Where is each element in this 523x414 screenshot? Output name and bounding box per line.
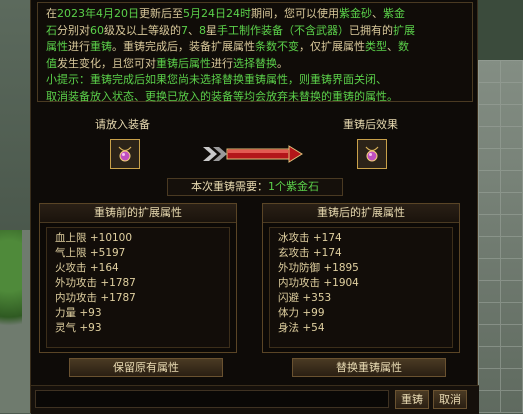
equip-slot-label: 请放入装备	[95, 118, 150, 131]
notice-line-3: 属性进行重铸。重铸完成后，装备扩展属性条数不变，仅扩展属性类型、数	[46, 40, 409, 53]
before-stat: 血上限 +10100	[55, 232, 133, 244]
after-attributes-title: 重铸后的扩展属性	[263, 204, 459, 223]
before-stat: 火攻击 +164	[55, 262, 119, 274]
message-bar	[35, 390, 389, 408]
before-attributes-list: 血上限 +10100 气上限 +5197 火攻击 +164 外功攻击 +1787…	[46, 227, 230, 348]
background-plant	[0, 230, 22, 350]
recast-cost: 本次重铸需要：1个紫金石	[167, 178, 343, 196]
result-slot[interactable]	[357, 139, 387, 169]
before-attributes-panel: 重铸前的扩展属性 血上限 +10100 气上限 +5197 火攻击 +164 外…	[39, 203, 237, 353]
before-stat: 外功攻击 +1787	[55, 277, 136, 289]
notice-line-4: 值发生变化，且您可对重铸后属性进行选择替换。	[46, 56, 288, 70]
after-stat: 身法 +54	[278, 322, 325, 334]
amethyst-necklace-icon	[116, 145, 134, 163]
after-stat: 玄攻击 +174	[278, 247, 342, 259]
before-attributes-title: 重铸前的扩展属性	[40, 204, 236, 223]
after-stat: 内功攻击 +1904	[278, 277, 359, 289]
cancel-button[interactable]: 取消	[433, 390, 467, 409]
bottom-bar: 重铸 取消	[31, 385, 479, 414]
recast-button[interactable]: 重铸	[395, 390, 429, 409]
after-stat: 闪避 +353	[278, 292, 332, 304]
background-right-grid	[478, 60, 523, 413]
notice-box: 在2023年4月20日更新后至5月24日24时期间，您可以使用紫金砂、紫金 石分…	[37, 2, 473, 103]
notice-line-1: 在2023年4月20日更新后至5月24日24时期间，您可以使用紫金砂、紫金	[46, 7, 405, 20]
recast-arrow-icon	[203, 145, 303, 163]
notice-line-2: 石分别对60级及以上等级的7、8星手工制作装备（不含武器）已拥有的扩展	[46, 23, 415, 37]
replace-recast-button[interactable]: 替换重铸属性	[292, 358, 446, 377]
tip-line-2: 取消装备放入状态、更换已放入的装备等均会放弃未替换的重铸的属性。	[46, 89, 398, 103]
before-stat: 灵气 +93	[55, 322, 102, 334]
after-stat: 体力 +99	[278, 307, 325, 319]
after-stat: 冰攻击 +174	[278, 232, 342, 244]
after-attributes-list: 冰攻击 +174 玄攻击 +174 外功防御 +1895 内功攻击 +1904 …	[269, 227, 453, 348]
after-stat: 外功防御 +1895	[278, 262, 359, 274]
background-right-top	[478, 0, 523, 60]
after-attributes-panel: 重铸后的扩展属性 冰攻击 +174 玄攻击 +174 外功防御 +1895 内功…	[262, 203, 460, 353]
before-stat: 内功攻击 +1787	[55, 292, 136, 304]
equip-slot[interactable]	[110, 139, 140, 169]
recast-panel: 在2023年4月20日更新后至5月24日24时期间，您可以使用紫金砂、紫金 石分…	[30, 0, 479, 414]
result-slot-label: 重铸后效果	[343, 118, 398, 131]
before-stat: 力量 +93	[55, 307, 102, 319]
amethyst-necklace-icon	[363, 145, 381, 163]
keep-original-button[interactable]: 保留原有属性	[69, 358, 223, 377]
before-stat: 气上限 +5197	[55, 247, 126, 259]
tip-line-1: 小提示：重铸完成后如果您尚未选择替换重铸属性，则重铸界面关闭、	[46, 73, 387, 86]
